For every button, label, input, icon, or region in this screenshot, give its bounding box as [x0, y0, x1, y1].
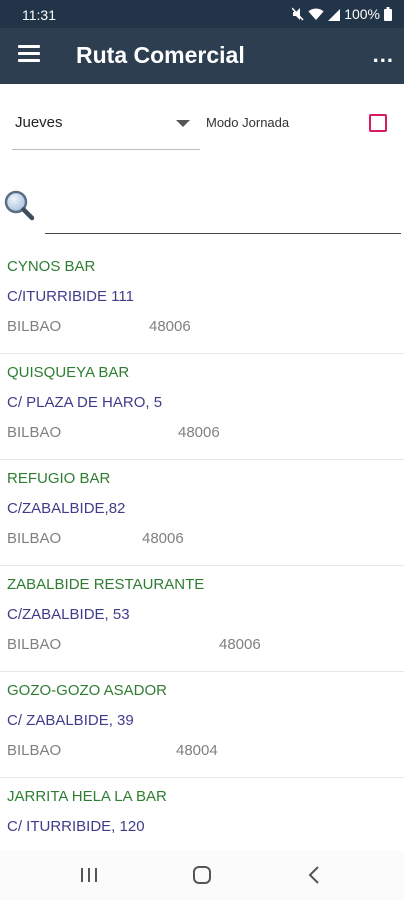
- system-nav-bar: [0, 850, 404, 900]
- status-bar: 11:31 100%: [0, 0, 404, 28]
- client-name: QUISQUEYA BAR: [7, 364, 130, 381]
- app-bar: Ruta Comercial ...: [0, 28, 404, 84]
- list-item[interactable]: GOZO-GOZO ASADOR C/ ZABALBIDE, 39 BILBAO…: [0, 672, 404, 778]
- status-time: 11:31: [22, 7, 56, 23]
- signal-icon: [328, 8, 341, 21]
- list-item[interactable]: REFUGIO BAR C/ZABALBIDE,82 BILBAO 48006: [0, 460, 404, 566]
- client-zip: 48004: [176, 742, 218, 759]
- client-city: BILBAO: [7, 318, 62, 335]
- client-zip: 48006: [142, 530, 184, 547]
- recent-apps-icon[interactable]: [76, 863, 102, 887]
- client-city: BILBAO: [7, 424, 62, 441]
- back-icon[interactable]: [302, 863, 328, 887]
- client-name: ZABALBIDE RESTAURANTE: [7, 576, 205, 593]
- dropdown-arrow-icon: [176, 120, 190, 127]
- client-city: BILBAO: [7, 742, 62, 759]
- client-address: C/ ZABALBIDE, 39: [7, 712, 134, 729]
- client-address: C/ZABALBIDE, 53: [7, 606, 130, 623]
- client-zip: 48006: [219, 636, 261, 653]
- client-name: CYNOS BAR: [7, 258, 96, 275]
- client-name: REFUGIO BAR: [7, 470, 111, 487]
- client-name: JARRITA HELA LA BAR: [7, 788, 167, 805]
- list-item[interactable]: JARRITA HELA LA BAR C/ ITURRIBIDE, 120: [0, 778, 404, 850]
- search-input[interactable]: [45, 192, 401, 234]
- mode-jornada-checkbox[interactable]: [369, 114, 387, 132]
- search-icon[interactable]: [3, 189, 35, 221]
- client-zip: 48006: [178, 424, 220, 441]
- client-name: GOZO-GOZO ASADOR: [7, 682, 168, 699]
- client-address: C/ZABALBIDE,82: [7, 500, 126, 517]
- status-icons: 100%: [292, 6, 392, 22]
- hamburger-menu-icon[interactable]: [18, 45, 40, 63]
- mode-jornada-label: Modo Jornada: [206, 115, 290, 130]
- client-address: C/ ITURRIBIDE, 120: [7, 818, 145, 835]
- client-address: C/ PLAZA DE HARO, 5: [7, 394, 163, 411]
- list-item[interactable]: ZABALBIDE RESTAURANTE C/ZABALBIDE, 53 BI…: [0, 566, 404, 672]
- list-item[interactable]: QUISQUEYA BAR C/ PLAZA DE HARO, 5 BILBAO…: [0, 354, 404, 460]
- home-icon[interactable]: [189, 863, 215, 887]
- client-address: C/ITURRIBIDE 111: [7, 288, 134, 305]
- day-dropdown[interactable]: Jueves: [12, 102, 200, 150]
- overflow-menu-button[interactable]: ...: [373, 42, 394, 68]
- mute-icon: [292, 7, 304, 21]
- client-city: BILBAO: [7, 636, 62, 653]
- client-list: CYNOS BAR C/ITURRIBIDE 111 BILBAO 48006 …: [0, 248, 404, 850]
- client-zip: 48006: [149, 318, 191, 335]
- list-item[interactable]: CYNOS BAR C/ITURRIBIDE 111 BILBAO 48006: [0, 248, 404, 354]
- client-city: BILBAO: [7, 530, 62, 547]
- wifi-icon: [308, 8, 324, 20]
- day-dropdown-value: Jueves: [15, 114, 63, 131]
- page-title: Ruta Comercial: [76, 42, 245, 68]
- battery-percent: 100%: [344, 6, 380, 22]
- battery-icon: [384, 7, 392, 21]
